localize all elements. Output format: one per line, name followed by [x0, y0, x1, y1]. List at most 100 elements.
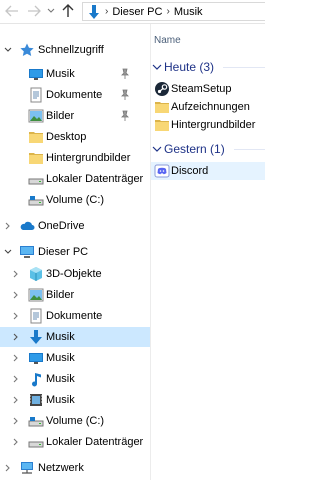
drive-icon — [28, 196, 44, 206]
group-divider — [234, 149, 265, 150]
drive-icon — [28, 178, 44, 185]
documents-folder-icon — [30, 87, 42, 103]
nav-label: Dieser PC — [38, 246, 89, 258]
nav-label: Musik — [46, 331, 75, 343]
nav-label: Volume (C:) — [46, 194, 105, 206]
chevron-right-icon[interactable] — [3, 216, 13, 236]
breadcrumb-dieser-pc[interactable]: Dieser PC — [112, 6, 162, 18]
file-item-discord[interactable]: Discord — [151, 162, 265, 180]
chevron-right-icon[interactable] — [11, 285, 21, 305]
yellow-folder-icon — [155, 120, 169, 131]
nav-item-volume-c[interactable]: Volume (C:) — [0, 411, 150, 431]
group-divider — [223, 67, 265, 68]
star-icon — [20, 43, 34, 56]
nav-item-musik-4[interactable]: Musik — [0, 390, 150, 410]
nav-item-dokumente-quick[interactable]: Dokumente — [0, 85, 150, 105]
arrow-right-icon — [28, 5, 41, 17]
chevron-down-icon[interactable] — [151, 61, 163, 73]
column-header-name[interactable]: Name — [151, 32, 265, 50]
navigation-toolbar: › Dieser PC › Musik — [0, 0, 265, 24]
chevron-right-icon[interactable] — [11, 264, 21, 284]
nav-label: Bilder — [46, 289, 75, 301]
nav-item-musik-3[interactable]: Musik — [0, 369, 150, 389]
nav-label: Netzwerk — [38, 462, 84, 474]
nav-label: Hintergrundbilder — [46, 152, 131, 164]
nav-item-bilder-quick[interactable]: Bilder — [0, 106, 150, 126]
monitor-folder-icon — [29, 69, 43, 80]
chevron-down-icon[interactable] — [3, 40, 13, 60]
nav-item-volume-c-quick[interactable]: Volume (C:) — [0, 190, 150, 210]
nav-item-onedrive[interactable]: OneDrive — [0, 216, 150, 236]
nav-item-dokumente[interactable]: Dokumente — [0, 306, 150, 326]
group-header-heute[interactable]: Heute (3) — [151, 58, 265, 76]
pin-icon[interactable] — [120, 89, 130, 101]
nav-label: Musik — [46, 394, 75, 406]
nav-item-3d-objekte[interactable]: 3D-Objekte — [0, 264, 150, 284]
computer-icon — [20, 246, 34, 258]
file-name: Discord — [171, 165, 209, 177]
file-item-aufzeichnungen[interactable]: Aufzeichnungen — [151, 98, 265, 116]
video-folder-icon — [30, 394, 42, 406]
nav-item-musik-2[interactable]: Musik — [0, 348, 150, 368]
chevron-down-icon[interactable] — [151, 143, 163, 155]
music-note-icon — [32, 373, 41, 387]
nav-item-network[interactable]: Netzwerk — [0, 458, 150, 478]
drive-icon — [28, 441, 44, 448]
forward-button[interactable] — [26, 3, 42, 19]
chevron-right-icon[interactable] — [11, 327, 21, 347]
chevron-right-icon[interactable] — [11, 432, 21, 452]
nav-label: Schnellzugriff — [38, 44, 104, 56]
chevron-right-icon[interactable] — [11, 348, 21, 368]
steam-app-icon — [155, 82, 169, 96]
nav-label: Lokaler Datenträger — [46, 436, 144, 448]
pictures-folder-icon — [28, 109, 44, 123]
file-name: Aufzeichnungen — [171, 101, 250, 113]
chevron-down-icon[interactable] — [3, 242, 13, 262]
pin-icon[interactable] — [120, 110, 130, 122]
nav-item-quick-access[interactable]: Schnellzugriff — [0, 40, 150, 60]
yellow-folder-icon — [29, 153, 43, 164]
download-arrow-icon — [30, 330, 42, 344]
recent-locations-button[interactable] — [46, 3, 56, 19]
nav-label: 3D-Objekte — [46, 268, 102, 280]
discord-shortcut-icon — [154, 164, 170, 178]
nav-label: Musik — [46, 68, 75, 80]
nav-item-musik-selected[interactable]: Musik — [0, 327, 150, 347]
pin-icon[interactable] — [120, 68, 130, 80]
address-bar[interactable]: › Dieser PC › Musik — [82, 2, 265, 21]
nav-item-bilder[interactable]: Bilder — [0, 285, 150, 305]
nav-label: Musik — [46, 373, 75, 385]
group-title: Gestern (1) — [164, 142, 225, 156]
file-item-hintergrundbilder[interactable]: Hintergrundbilder — [151, 116, 265, 134]
arrow-up-icon — [62, 4, 74, 17]
cloud-icon — [20, 221, 35, 230]
3d-objects-folder-icon — [30, 267, 42, 281]
nav-label: Bilder — [46, 110, 75, 122]
pictures-folder-icon — [28, 288, 44, 302]
breadcrumb-musik[interactable]: Musik — [174, 6, 203, 18]
chevron-right-icon[interactable] — [11, 390, 21, 410]
nav-item-musik-quick[interactable]: Musik — [0, 64, 150, 84]
network-icon — [21, 462, 33, 474]
nav-label: Lokaler Datenträger — [46, 173, 144, 185]
chevron-right-icon[interactable] — [11, 411, 21, 431]
nav-item-lokaler-datentraeger[interactable]: Lokaler Datenträger — [0, 432, 150, 452]
file-item-steamsetup[interactable]: SteamSetup — [151, 80, 265, 98]
nav-item-hintergrundbilder[interactable]: Hintergrundbilder — [0, 148, 150, 168]
chevron-right-icon[interactable] — [11, 306, 21, 326]
file-list-pane: Name Heute (3) SteamSetup Aufzeichnungen… — [151, 24, 265, 480]
nav-item-lokaler-datentraeger-quick[interactable]: Lokaler Datenträger — [0, 169, 150, 189]
chevron-right-icon[interactable] — [11, 369, 21, 389]
arrow-left-icon — [5, 5, 18, 17]
nav-item-desktop[interactable]: Desktop — [0, 127, 150, 147]
nav-item-this-pc[interactable]: Dieser PC — [0, 242, 150, 262]
nav-label: Dokumente — [46, 310, 103, 322]
chevron-right-icon[interactable] — [3, 458, 13, 478]
up-button[interactable] — [60, 3, 76, 19]
group-header-gestern[interactable]: Gestern (1) — [151, 140, 265, 158]
yellow-folder-icon — [29, 132, 43, 143]
file-name: SteamSetup — [171, 83, 232, 95]
monitor-folder-icon — [29, 353, 43, 364]
back-button[interactable] — [4, 3, 20, 19]
breadcrumb-separator: › — [166, 6, 170, 17]
